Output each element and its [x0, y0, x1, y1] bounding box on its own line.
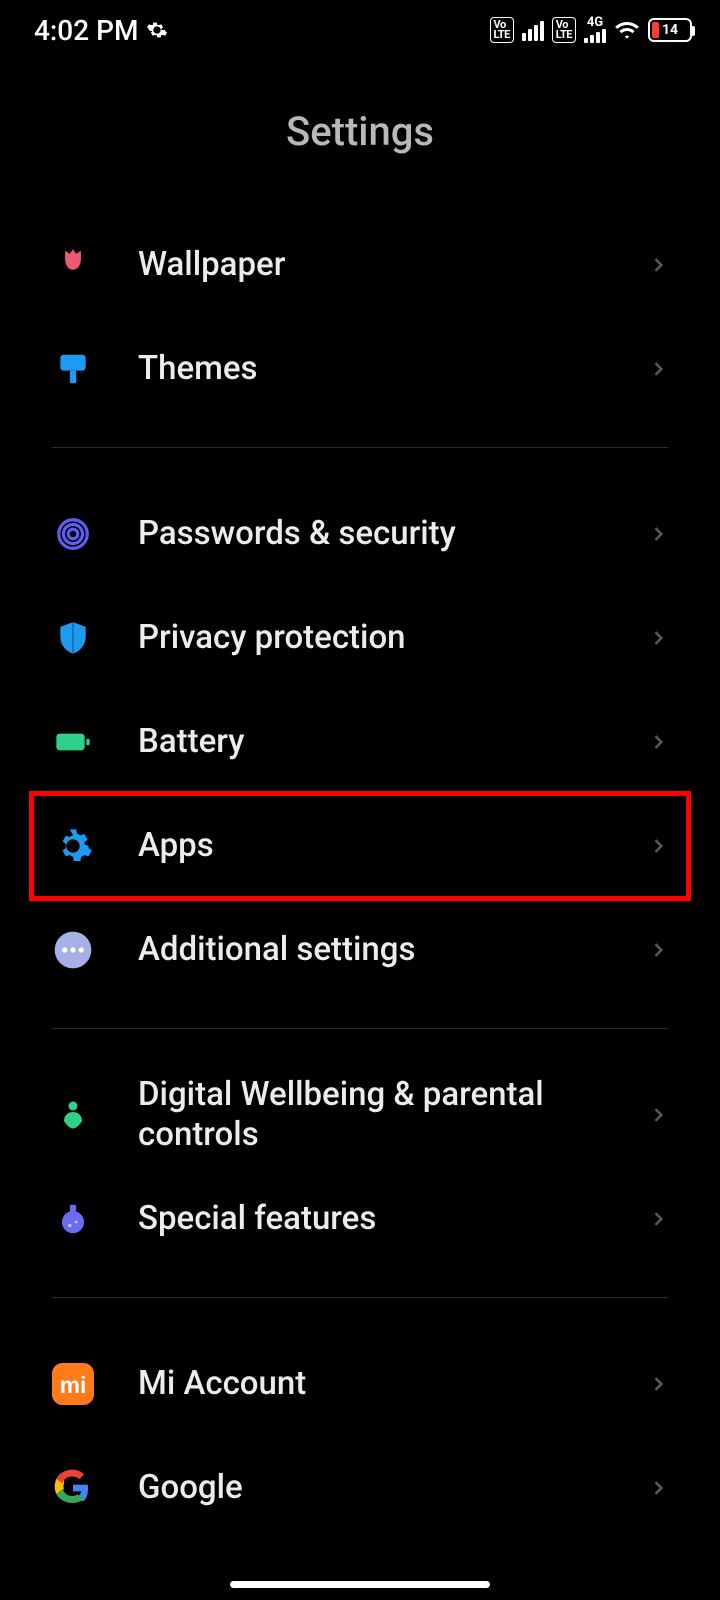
settings-item-label: Apps: [138, 826, 604, 866]
chevron-right-icon: [648, 359, 668, 379]
page-title: Settings: [0, 60, 720, 213]
svg-text:mi: mi: [60, 1372, 87, 1398]
chevron-right-icon: [648, 524, 668, 544]
fingerprint-icon: [52, 513, 94, 555]
chevron-right-icon: [648, 628, 668, 648]
settings-item-label: Themes: [138, 349, 604, 389]
google-icon: [52, 1467, 94, 1509]
status-time: 4:02 PM: [34, 14, 138, 47]
settings-item-label: Mi Account: [138, 1364, 604, 1404]
settings-item-label: Google: [138, 1468, 604, 1508]
status-left: 4:02 PM: [34, 14, 168, 47]
dots-icon: [52, 929, 94, 971]
tulip-icon: [52, 244, 94, 286]
settings-item-apps[interactable]: Apps: [32, 794, 688, 898]
network-type: 4G: [587, 17, 603, 29]
volte-icon: VoLTE: [490, 17, 514, 43]
battery-icon: [52, 721, 94, 763]
settings-item-special[interactable]: Special features: [52, 1167, 668, 1271]
signal-icon: [522, 19, 544, 41]
settings-item-google[interactable]: Google: [52, 1436, 668, 1540]
battery-icon: 14: [648, 18, 692, 42]
status-bar: 4:02 PM VoLTE VoLTE 4G 14: [0, 0, 720, 60]
person-icon: [52, 1094, 94, 1136]
chevron-right-icon: [648, 1209, 668, 1229]
settings-item-themes[interactable]: Themes: [52, 317, 668, 421]
settings-item-label: Wallpaper: [138, 245, 604, 285]
settings-item-label: Additional settings: [138, 930, 604, 970]
settings-list: Wallpaper Themes Passwords & security Priva…: [0, 213, 720, 1540]
chevron-right-icon: [648, 940, 668, 960]
nav-indicator[interactable]: [230, 1581, 490, 1588]
battery-percent: 14: [650, 22, 690, 38]
chevron-right-icon: [648, 732, 668, 752]
flask-icon: [52, 1198, 94, 1240]
chevron-right-icon: [648, 836, 668, 856]
settings-item-wellbeing[interactable]: Digital Wellbeing & parental controls: [52, 1063, 668, 1167]
divider: [52, 1297, 668, 1298]
divider: [52, 1028, 668, 1029]
settings-item-mi-account[interactable]: mi Mi Account: [52, 1332, 668, 1436]
shield-icon: [52, 617, 94, 659]
chevron-right-icon: [648, 1374, 668, 1394]
brush-icon: [52, 348, 94, 390]
settings-item-label: Special features: [138, 1199, 604, 1239]
settings-item-label: Passwords & security: [138, 514, 604, 554]
settings-item-battery[interactable]: Battery: [52, 690, 668, 794]
chevron-right-icon: [648, 1478, 668, 1498]
status-right: VoLTE VoLTE 4G 14: [490, 17, 692, 43]
chevron-right-icon: [648, 255, 668, 275]
settings-item-passwords[interactable]: Passwords & security: [52, 482, 668, 586]
divider: [52, 447, 668, 448]
volte-icon: VoLTE: [552, 17, 576, 43]
gear-icon: [146, 19, 168, 41]
chevron-right-icon: [648, 1105, 668, 1125]
settings-item-privacy[interactable]: Privacy protection: [52, 586, 668, 690]
gear-icon: [52, 825, 94, 867]
settings-item-wallpaper[interactable]: Wallpaper: [52, 213, 668, 317]
signal-icon: [584, 29, 606, 43]
settings-item-label: Privacy protection: [138, 618, 604, 658]
settings-item-additional[interactable]: Additional settings: [52, 898, 668, 1002]
settings-item-label: Digital Wellbeing & parental controls: [138, 1075, 604, 1155]
settings-item-label: Battery: [138, 722, 604, 762]
mi-icon: mi: [52, 1363, 94, 1405]
wifi-icon: [614, 19, 640, 41]
